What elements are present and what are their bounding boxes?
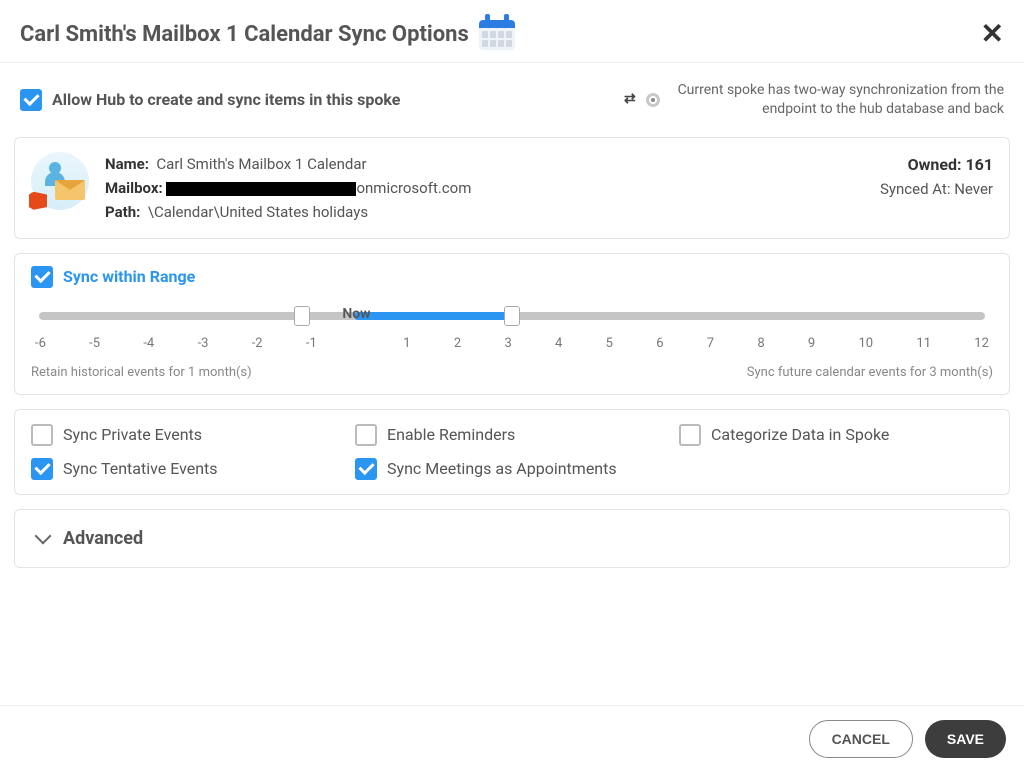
mailbox-suffix: onmicrosoft.com <box>356 179 471 197</box>
sync-mode-info: ⇄ Current spoke has two-way synchronizat… <box>624 81 1004 119</box>
advanced-toggle[interactable]: Advanced <box>14 509 1010 568</box>
slider-tick: 9 <box>808 336 815 351</box>
allow-sync-label: Allow Hub to create and sync items in th… <box>52 90 400 109</box>
slider-tick: -2 <box>252 336 263 351</box>
info-fields: Name: Carl Smith's Mailbox 1 Calendar Ma… <box>105 152 993 224</box>
range-slider[interactable]: Now <box>39 306 985 330</box>
mailbox-redacted <box>166 182 356 196</box>
sync-tentative-checkbox[interactable] <box>31 458 53 480</box>
slider-handle-left[interactable] <box>294 306 310 326</box>
slider-tick: -4 <box>143 336 154 351</box>
slider-tick: 10 <box>859 336 874 351</box>
slider-tick: 8 <box>757 336 764 351</box>
name-label: Name: <box>105 155 149 173</box>
cancel-button[interactable]: CANCEL <box>809 720 913 758</box>
allow-sync-row: Allow Hub to create and sync items in th… <box>14 77 1010 123</box>
title-wrap: Carl Smith's Mailbox 1 Calendar Sync Opt… <box>20 18 515 50</box>
allow-sync-checkbox[interactable] <box>20 89 42 111</box>
slider-fill <box>354 312 512 320</box>
option-categorize: Categorize Data in Spoke <box>679 424 993 446</box>
slider-tick: 3 <box>504 336 511 351</box>
slider-tick: 7 <box>707 336 714 351</box>
sync-mode-description: Current spoke has two-way synchronizatio… <box>672 81 1004 119</box>
sync-meetings-label: Sync Meetings as Appointments <box>387 459 617 478</box>
slider-tick: 5 <box>606 336 613 351</box>
dialog-header: Carl Smith's Mailbox 1 Calendar Sync Opt… <box>0 0 1024 63</box>
sync-range-checkbox[interactable] <box>31 266 53 288</box>
sync-private-checkbox[interactable] <box>31 424 53 446</box>
option-enable-reminders: Enable Reminders <box>355 424 669 446</box>
categorize-checkbox[interactable] <box>679 424 701 446</box>
info-left: Name: Carl Smith's Mailbox 1 Calendar Ma… <box>105 152 471 224</box>
dialog-footer: CANCEL SAVE <box>0 705 1024 772</box>
path-label: Path: <box>105 203 140 221</box>
slider-now-label: Now <box>342 306 370 322</box>
name-value: Carl Smith's Mailbox 1 Calendar <box>156 155 366 173</box>
spoke-info-card: Name: Carl Smith's Mailbox 1 Calendar Ma… <box>14 137 1010 239</box>
two-way-sync-icon: ⇄ <box>624 90 660 110</box>
slider-tick: 12 <box>974 336 989 351</box>
dialog-content: Allow Hub to create and sync items in th… <box>0 63 1024 705</box>
chevron-down-icon <box>35 528 52 545</box>
info-right: Owned: 161 Synced At: Never <box>880 152 993 224</box>
slider-tick: -6 <box>35 336 46 351</box>
options-grid: Sync Private Events Enable Reminders Cat… <box>31 424 993 480</box>
enable-reminders-label: Enable Reminders <box>387 425 515 444</box>
slider-tick: -3 <box>198 336 209 351</box>
save-button[interactable]: SAVE <box>925 720 1006 758</box>
sync-options-card: Sync Private Events Enable Reminders Cat… <box>14 409 1010 495</box>
owned-value: 161 <box>965 155 993 174</box>
synced-value: Never <box>954 180 993 198</box>
mailbox-icon <box>31 152 89 210</box>
calendar-icon <box>479 18 515 50</box>
slider-tick: 2 <box>454 336 461 351</box>
path-value: \Calendar\United States holidays <box>148 203 368 221</box>
slider-ticks: -6-5-4-3-2-1123456789101112 <box>35 336 989 351</box>
close-icon[interactable]: ✕ <box>981 20 1004 48</box>
advanced-label: Advanced <box>63 528 143 549</box>
sync-private-label: Sync Private Events <box>63 425 202 444</box>
option-sync-meetings: Sync Meetings as Appointments <box>355 458 669 480</box>
allow-sync-control: Allow Hub to create and sync items in th… <box>20 89 400 111</box>
sync-range-card: Sync within Range Now -6-5-4-3-2-1123456… <box>14 253 1010 395</box>
slider-tick: 1 <box>403 336 410 351</box>
slider-handle-right[interactable] <box>504 306 520 326</box>
option-sync-tentative: Sync Tentative Events <box>31 458 345 480</box>
synced-label: Synced At: <box>880 180 950 198</box>
sync-range-label: Sync within Range <box>63 267 195 286</box>
slider-tick: -1 <box>306 336 317 351</box>
option-sync-private: Sync Private Events <box>31 424 345 446</box>
slider-tick: 11 <box>916 336 931 351</box>
range-footer: Retain historical events for 1 month(s) … <box>31 365 993 380</box>
page-title: Carl Smith's Mailbox 1 Calendar Sync Opt… <box>20 22 469 47</box>
sync-meetings-checkbox[interactable] <box>355 458 377 480</box>
mailbox-label: Mailbox: <box>105 179 163 197</box>
retain-text: Retain historical events for 1 month(s) <box>31 365 252 380</box>
categorize-label: Categorize Data in Spoke <box>711 425 889 444</box>
sync-tentative-label: Sync Tentative Events <box>63 459 218 478</box>
slider-tick: 4 <box>555 336 562 351</box>
owned-label: Owned: <box>908 155 962 174</box>
future-text: Sync future calendar events for 3 month(… <box>747 365 993 380</box>
slider-tick: 6 <box>656 336 663 351</box>
enable-reminders-checkbox[interactable] <box>355 424 377 446</box>
range-header: Sync within Range <box>31 266 993 288</box>
slider-tick: -5 <box>89 336 100 351</box>
